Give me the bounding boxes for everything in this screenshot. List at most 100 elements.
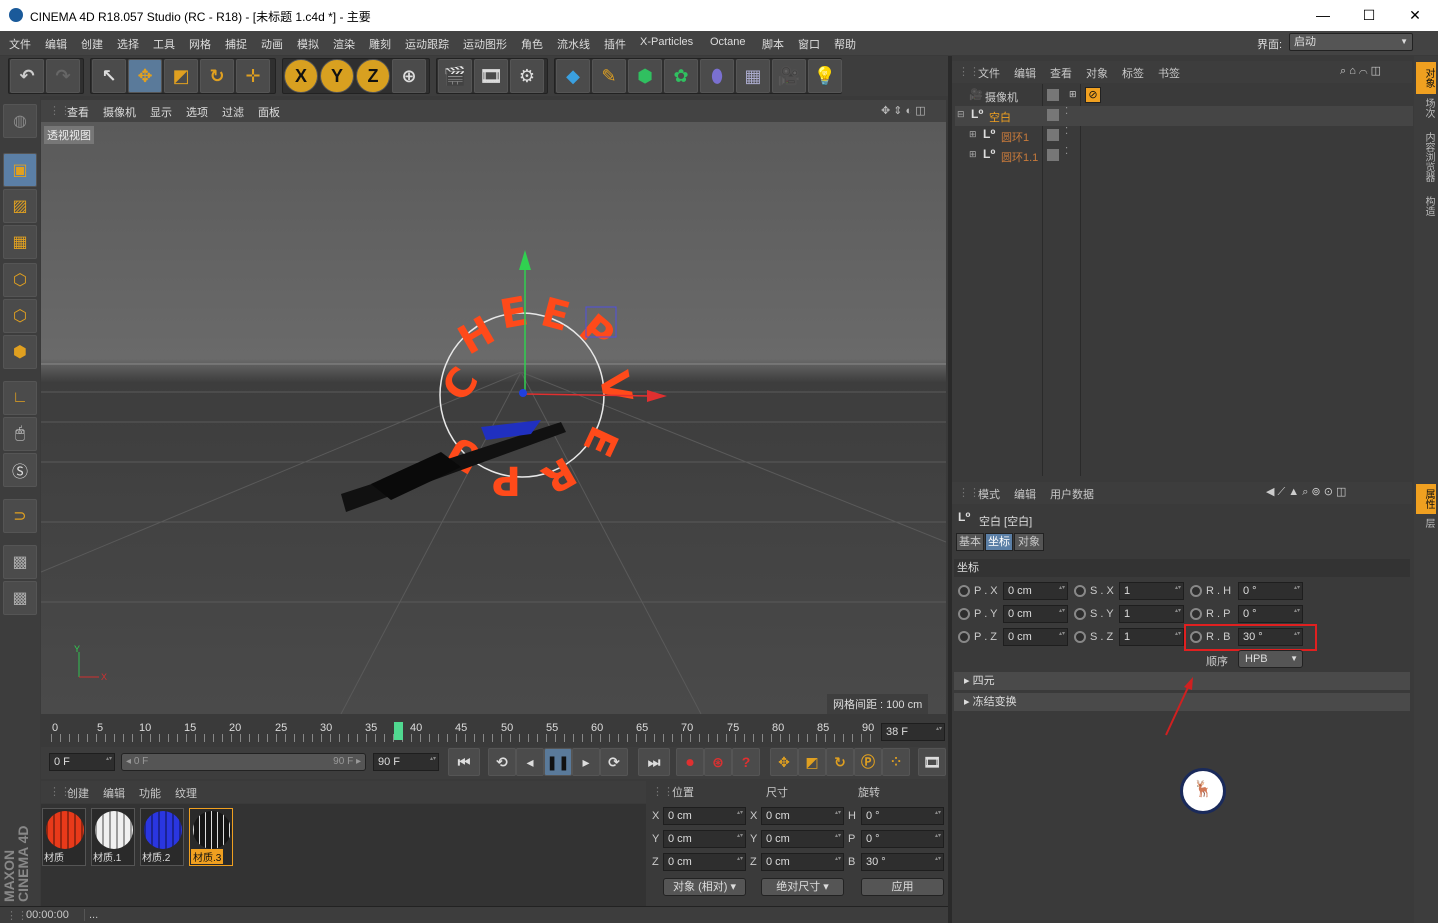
tweak-mode-icon[interactable]: 🖱 [3,417,37,451]
px-key-toggle[interactable] [958,585,970,597]
sz-field[interactable]: 1 [1119,628,1184,646]
menu-octane[interactable]: Octane [710,36,745,48]
object-row-ring[interactable]: ⊞ L⁰ 圆环1 ⁚ [955,126,1413,146]
auto-key-icon[interactable]: ⊛ [704,748,732,776]
prev-frame-icon[interactable]: ◂ [516,748,544,776]
render-view-icon[interactable]: 🎬 [438,59,472,93]
undo-icon[interactable]: ↶ [10,59,44,93]
mat-menu-texture[interactable]: 纹理 [175,785,197,801]
select-icon[interactable]: ↖ [92,59,126,93]
key-rotation-icon[interactable]: ↻ [826,748,854,776]
object-row-camera[interactable]: 🎥 摄像机 ⊞ ⊘ [955,86,1413,106]
cube-icon[interactable]: ◆ [556,59,590,93]
rp-key-toggle[interactable] [1190,608,1202,620]
planar-workplane-icon[interactable]: ▩ [3,581,37,615]
key-position-icon[interactable]: ✥ [770,748,798,776]
workplane-icon[interactable]: ◍ [3,104,37,138]
sy-field[interactable]: 1 [1119,605,1184,623]
menu-motion-tracking[interactable]: 运动跟踪 [405,36,449,52]
visibility-toggle[interactable] [1047,149,1059,161]
goto-start-icon[interactable]: ⏮ [448,748,480,776]
am-menu-userdata[interactable]: 用户数据 [1050,486,1094,502]
sy-key-toggle[interactable] [1074,608,1086,620]
rh-field[interactable]: 0 ° [1238,582,1303,600]
mat-menu-create[interactable]: 创建 [67,785,89,801]
pos-z-field[interactable]: 0 cm [663,853,746,871]
key-param-icon[interactable]: Ⓟ [854,748,882,776]
om-menu-bookmarks[interactable]: 书签 [1158,65,1180,81]
menu-character[interactable]: 角色 [521,36,543,52]
material-item[interactable]: 材质 [42,808,86,866]
apply-button[interactable]: 应用 [861,878,944,896]
menu-plugins[interactable]: 插件 [604,36,626,52]
tab-structure[interactable]: 构造 [1416,196,1436,226]
py-key-toggle[interactable] [958,608,970,620]
current-frame-field[interactable]: 38 F [881,723,945,741]
om-menu-edit[interactable]: 编辑 [1014,65,1036,81]
rotate-icon[interactable]: ↻ [200,59,234,93]
render-settings-icon[interactable]: ⚙ [510,59,544,93]
cloner-icon[interactable]: ✿ [664,59,698,93]
tab-takes[interactable]: 场次 [1416,98,1436,128]
px-field[interactable]: 0 cm [1003,582,1068,600]
layout-dropdown[interactable]: 启动 ▼ [1289,33,1413,51]
menu-file[interactable]: 文件 [9,36,31,52]
next-key-icon[interactable]: ⟳ [600,748,628,776]
visibility-dots[interactable]: ⁚ [1065,106,1068,117]
maximize-button[interactable]: ☐ [1346,0,1392,31]
coord-mode-dropdown[interactable]: 对象 (相对) ▾ [663,878,746,896]
menu-tools[interactable]: 工具 [153,36,175,52]
points-mode-icon[interactable]: ⬡ [3,263,37,297]
am-menu-edit[interactable]: 编辑 [1014,486,1036,502]
om-menu-view[interactable]: 查看 [1050,65,1072,81]
snap-icon[interactable]: Ⓢ [3,453,37,487]
timeline[interactable]: 38 F [41,718,946,746]
vp-menu-view[interactable]: 查看 [67,104,89,120]
rp-field[interactable]: 0 ° [1238,605,1303,623]
camera-icon[interactable]: 🎥 [772,59,806,93]
menu-window[interactable]: 窗口 [798,36,820,52]
lock-workplane-icon[interactable]: ▩ [3,545,37,579]
expand-icon[interactable]: ⊞ [969,149,977,160]
goto-end-icon[interactable]: ⏭ [638,748,670,776]
size-y-field[interactable]: 0 cm [761,830,844,848]
menu-help[interactable]: 帮助 [834,36,856,52]
object-row-null[interactable]: ⊟ L⁰ 空白 ⁚ [955,106,1413,126]
vp-menu-options[interactable]: 选项 [186,104,208,120]
visibility-dots[interactable]: ⁚ [1065,146,1068,157]
attr-tab-coord[interactable]: 坐标 [985,533,1013,551]
pz-key-toggle[interactable] [958,631,970,643]
menu-animate[interactable]: 动画 [261,36,283,52]
coordinate-system-icon[interactable]: ⊕ [392,59,426,93]
visibility-toggle[interactable] [1047,129,1059,141]
visibility-toggle[interactable] [1047,109,1059,121]
live-select-icon[interactable]: ✛ [236,59,270,93]
y-axis-icon[interactable]: Y [320,59,354,93]
tab-objects[interactable]: 对象 [1416,62,1436,94]
sx-field[interactable]: 1 [1119,582,1184,600]
keyframe-selection-icon[interactable]: ? [732,748,760,776]
rh-key-toggle[interactable] [1190,585,1202,597]
deformer-icon[interactable]: ⬮ [700,59,734,93]
size-x-field[interactable]: 0 cm [761,807,844,825]
om-menu-objects[interactable]: 对象 [1086,65,1108,81]
attr-tab-basic[interactable]: 基本 [956,533,984,551]
target-tag-icon[interactable]: ⊞ [1069,89,1077,100]
tab-content-browser[interactable]: 内容浏览器 [1416,132,1436,192]
menu-select[interactable]: 选择 [117,36,139,52]
py-field[interactable]: 0 cm [1003,605,1068,623]
record-icon[interactable]: ⏺ [676,748,704,776]
z-axis-icon[interactable]: Z [356,59,390,93]
om-menu-file[interactable]: 文件 [978,65,1000,81]
scale-icon[interactable]: ◩ [164,59,198,93]
pos-x-field[interactable]: 0 cm [663,807,746,825]
minimize-button[interactable]: — [1300,0,1346,31]
om-menu-tags[interactable]: 标签 [1122,65,1144,81]
rot-b-field[interactable]: 30 ° [861,853,944,871]
sz-key-toggle[interactable] [1074,631,1086,643]
polygons-mode-icon[interactable]: ⬢ [3,335,37,369]
prev-key-icon[interactable]: ⟲ [488,748,516,776]
menu-simulate[interactable]: 模拟 [297,36,319,52]
vp-menu-panel[interactable]: 面板 [258,104,280,120]
magnet-icon[interactable]: ⊃ [3,499,37,533]
